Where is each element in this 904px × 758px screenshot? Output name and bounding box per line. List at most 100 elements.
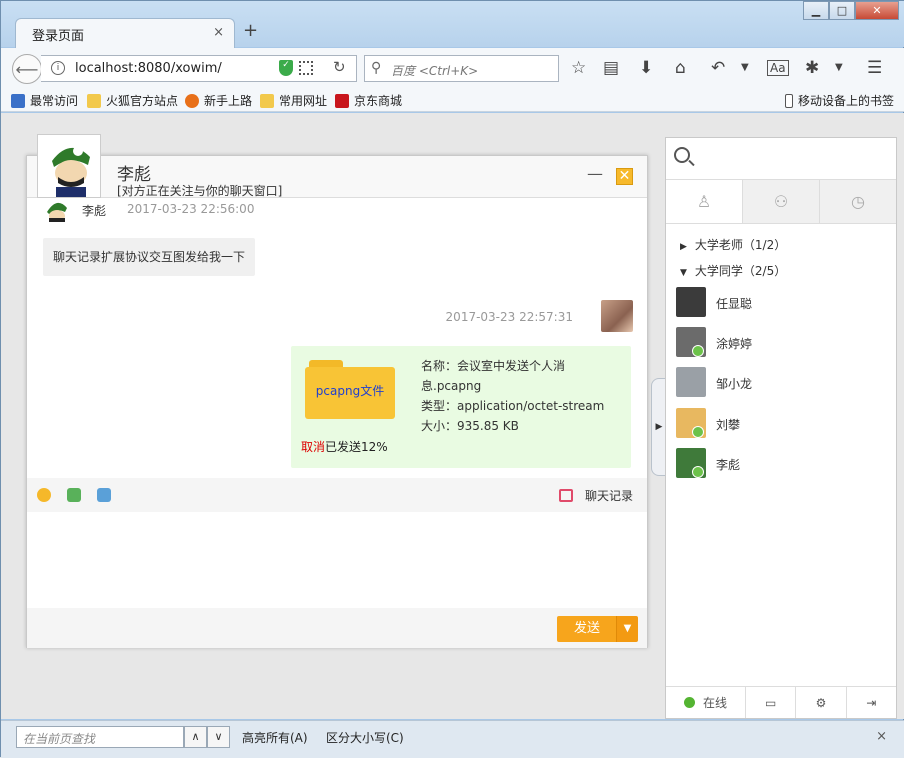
shield-icon[interactable]: ✓: [279, 60, 293, 76]
mobile-bookmarks[interactable]: 移动设备上的书签: [785, 92, 894, 109]
friend-name: 任显聪: [716, 297, 753, 311]
chevron-down-icon[interactable]: ▼: [835, 62, 843, 73]
tab-login[interactable]: 登录页面 ×: [15, 18, 235, 48]
friend-item[interactable]: 涂婷婷: [676, 327, 876, 359]
search-box[interactable]: ⚲ 百度 <Ctrl+K>: [364, 55, 559, 82]
message-input[interactable]: [27, 512, 647, 608]
avatar-image: [38, 135, 100, 197]
friend-item[interactable]: 李彪: [676, 448, 876, 480]
close-tab-icon[interactable]: ×: [213, 25, 224, 40]
home-icon[interactable]: ⌂: [675, 58, 686, 78]
friend-item[interactable]: 邹小龙: [676, 367, 876, 399]
close-window-button[interactable]: ✕: [855, 1, 899, 20]
online-status-icon: [683, 697, 695, 708]
status-selector[interactable]: 在线: [666, 687, 745, 718]
reader-icon[interactable]: Aa: [767, 60, 789, 76]
addon-icon[interactable]: ✱: [805, 58, 819, 78]
close-chat-button[interactable]: ✕: [616, 168, 633, 185]
bookmark-item[interactable]: 最常访问: [11, 92, 78, 109]
bookmark-item[interactable]: 新手上路: [185, 92, 252, 109]
online-status-icon: [692, 345, 704, 357]
title-bar: 登录页面 × + ▁ □ ✕: [1, 1, 904, 48]
chat-contact-sign: [对方正在关注与你的聊天窗口]: [117, 184, 283, 198]
download-icon[interactable]: ⬇: [639, 58, 653, 78]
chat-history-button[interactable]: 聊天记录: [558, 487, 633, 504]
message-bubble: 聊天记录扩展协议交互图发给我一下: [43, 238, 256, 276]
bookmark-label: 常用网址: [279, 94, 328, 108]
url-bar[interactable]: i localhost:8080/xowim/ ✓ ↻: [41, 55, 357, 82]
nav-toolbar: ⟵ i localhost:8080/xowim/ ✓ ↻ ⚲ 百度 <Ctrl…: [1, 48, 904, 88]
info-icon[interactable]: i: [51, 61, 65, 75]
search-icon: [674, 147, 690, 163]
minimize-button[interactable]: ▁: [803, 1, 829, 20]
friend-name: 邹小龙: [716, 377, 753, 391]
menu-icon[interactable]: ☰: [867, 58, 882, 78]
chevron-down-icon[interactable]: ▼: [741, 62, 749, 73]
person-icon: ♙: [696, 192, 712, 211]
bookmark-item[interactable]: 常用网址: [260, 92, 327, 109]
avatar[interactable]: [37, 134, 101, 198]
file-message-bubble: pcapng文件 名称：会议室中发送个人消息.pcapng 类型：applica…: [291, 346, 631, 468]
folder-icon: [260, 93, 274, 108]
avatar: [43, 198, 71, 222]
bookmark-label: 京东商城: [354, 94, 403, 108]
contact-search[interactable]: [666, 138, 896, 180]
find-bar: 在当前页查找 ∧ ∨ 高亮所有(A) 区分大小写(C) ×: [1, 720, 904, 758]
logout-button[interactable]: ⇥: [845, 687, 896, 718]
minimize-chat-button[interactable]: —: [587, 164, 603, 183]
match-case-button[interactable]: 区分大小写(C): [326, 729, 404, 746]
tab-groups[interactable]: ⚇: [742, 180, 819, 223]
maximize-button[interactable]: □: [829, 1, 855, 20]
message-time: 2017-03-23 22:57:31: [445, 310, 573, 324]
status-label: 在线: [702, 696, 727, 710]
messages-button[interactable]: ▭: [744, 687, 795, 718]
chat-history-label: 聊天记录: [584, 489, 633, 503]
emoji-icon[interactable]: [37, 488, 51, 502]
avatar: [676, 287, 706, 317]
sender-name: 李彪: [82, 204, 107, 218]
window-controls: ▁ □ ✕: [803, 1, 899, 20]
group-label: 大学同学（2/5）: [694, 264, 787, 278]
friend-name: 涂婷婷: [716, 337, 753, 351]
reload-icon[interactable]: ↻: [333, 58, 346, 76]
find-next-button[interactable]: ∨: [207, 726, 230, 748]
group-classmates[interactable]: ▼ 大学同学（2/5）: [680, 262, 786, 279]
new-tab-button[interactable]: +: [243, 20, 258, 41]
bookmark-label: 新手上路: [204, 94, 253, 108]
folder-icon[interactable]: pcapng文件: [305, 360, 395, 420]
phone-icon: [785, 93, 793, 108]
image-icon[interactable]: [67, 488, 81, 502]
browser-window: 登录页面 × + ▁ □ ✕ ⟵ i localhost:8080/xowim/…: [0, 0, 904, 758]
attachment-icon[interactable]: [97, 488, 111, 502]
send-button[interactable]: 发送: [557, 616, 617, 642]
bookmark-item[interactable]: 京东商城: [335, 92, 402, 109]
message-time: 2017-03-23 22:56:00: [127, 202, 255, 216]
file-transfer-status: 取消已发送12%: [301, 438, 388, 455]
chevron-right-icon: ▶: [680, 242, 687, 252]
group-label: 大学老师（1/2）: [694, 238, 787, 252]
bookmark-item[interactable]: 火狐官方站点: [87, 92, 178, 109]
highlight-all-button[interactable]: 高亮所有(A): [242, 729, 308, 746]
back-button[interactable]: ⟵: [12, 54, 42, 84]
cancel-transfer-link[interactable]: 取消: [301, 440, 325, 454]
bookmark-star-icon[interactable]: ☆: [571, 58, 586, 78]
send-options-dropdown[interactable]: ▼: [616, 616, 638, 642]
close-find-bar-icon[interactable]: ×: [876, 729, 887, 744]
settings-button[interactable]: ⚙: [795, 687, 845, 718]
tab-recent[interactable]: ◷: [819, 180, 896, 223]
group-teachers[interactable]: ▶ 大学老师（1/2）: [680, 236, 786, 253]
avatar: [601, 300, 633, 332]
find-input[interactable]: 在当前页查找: [16, 726, 184, 748]
tab-friends[interactable]: ♙: [666, 180, 742, 223]
contacts-sidebar: ♙ ⚇ ◷ ▶ 大学老师（1/2） ▼ 大学同学（2/5） 任显聪 涂婷婷 邹小…: [665, 137, 897, 719]
qr-code-icon[interactable]: [299, 61, 313, 75]
undo-icon[interactable]: ↶: [711, 58, 725, 78]
folder-icon: [87, 93, 101, 108]
chat-footer: 发送 ▼: [27, 608, 647, 648]
find-previous-button[interactable]: ∧: [184, 726, 207, 748]
message-list: 李彪 2017-03-23 22:56:00 聊天记录扩展协议交互图发给我一下 …: [27, 198, 647, 478]
friend-item[interactable]: 刘攀: [676, 408, 876, 440]
url-text[interactable]: localhost:8080/xowim/: [75, 61, 222, 76]
friend-item[interactable]: 任显聪: [676, 287, 876, 319]
reading-list-icon[interactable]: ▤: [603, 58, 619, 78]
